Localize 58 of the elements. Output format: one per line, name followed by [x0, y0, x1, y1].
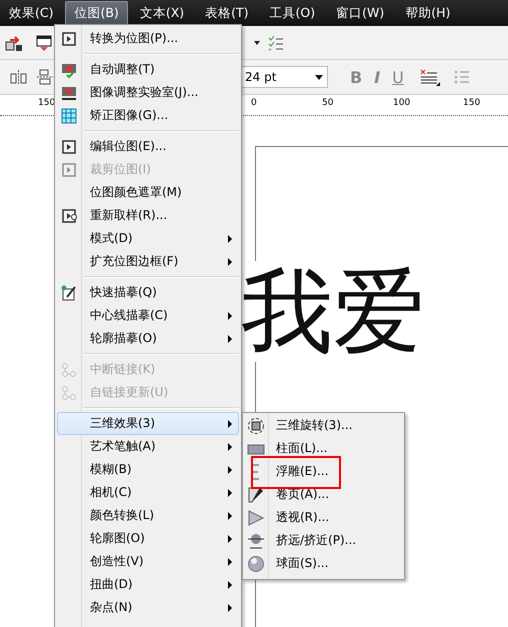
- menu-bar-item[interactable]: 帮助(H): [396, 0, 460, 26]
- menu-item[interactable]: 柱面(L)...: [245, 437, 402, 460]
- menu-item[interactable]: 轮廓图(O): [57, 527, 239, 550]
- ruler-label: 50: [322, 98, 334, 108]
- menu-item[interactable]: 扩充位图边框(F): [57, 250, 239, 273]
- menu-item[interactable]: 图像调整实验室(J)...: [57, 81, 239, 104]
- ruler-label: 150: [463, 98, 480, 108]
- menu-item[interactable]: 透视(R)...: [245, 506, 402, 529]
- checklist-icon[interactable]: [268, 34, 284, 50]
- menu-item[interactable]: 创造性(V): [57, 550, 239, 573]
- triangle-icon: [247, 508, 265, 526]
- menu-item[interactable]: 浮雕(E)...: [245, 460, 402, 483]
- menu-item[interactable]: 中心线描摹(C): [57, 304, 239, 327]
- image-check-icon: [61, 62, 77, 78]
- distribute-icon[interactable]: [36, 69, 54, 85]
- menu-item[interactable]: 编辑位图(E)...: [57, 135, 239, 158]
- page-curl-icon: [247, 486, 265, 504]
- export-icon[interactable]: [4, 34, 24, 52]
- menu-item[interactable]: 卷页(A)...: [245, 483, 402, 506]
- chain-icon: [61, 384, 77, 400]
- menu-item[interactable]: 三维旋转(3)...: [245, 414, 402, 437]
- link-icon: [61, 362, 77, 378]
- caret-icon[interactable]: [254, 40, 260, 44]
- menu-bar-item[interactable]: 工具(O): [260, 0, 324, 26]
- menu-item[interactable]: 重新取样(R)...: [57, 204, 239, 227]
- menu-bar-item[interactable]: 窗口(W): [327, 0, 394, 26]
- menu-item[interactable]: 快速描摹(Q): [57, 281, 239, 304]
- grid-icon: [61, 108, 77, 124]
- font-size-dropdown[interactable]: 24 pt: [240, 66, 328, 88]
- paragraph-icon[interactable]: [418, 68, 440, 86]
- menu-item[interactable]: 艺术笔触(A): [57, 435, 239, 458]
- menu-bar-item[interactable]: 效果(C): [0, 0, 62, 26]
- menu-item[interactable]: 杂点(N): [57, 596, 239, 619]
- menu-item[interactable]: 颜色转换(L): [57, 504, 239, 527]
- menu-bar-item[interactable]: 表格(T): [196, 0, 258, 26]
- ruler-label: 100: [393, 98, 410, 108]
- trace-pen-icon: [61, 284, 77, 300]
- menu-item[interactable]: 矫正图像(G)...: [57, 104, 239, 127]
- menu-item[interactable]: 相机(C): [57, 481, 239, 504]
- menu-item[interactable]: 挤远/挤近(P)...: [245, 529, 402, 552]
- align-icon[interactable]: [10, 69, 28, 85]
- menu-item[interactable]: 扭曲(D): [57, 573, 239, 596]
- menu-item[interactable]: 三维效果(3): [57, 412, 239, 435]
- window-icon[interactable]: [36, 34, 52, 52]
- ruler-label: 0: [251, 98, 257, 108]
- menu-item[interactable]: 模式(D): [57, 227, 239, 250]
- image-slider-icon: [61, 84, 77, 100]
- menu-bar-item[interactable]: 文本(X): [130, 0, 194, 26]
- menu-item[interactable]: 模糊(B): [57, 458, 239, 481]
- menu-item[interactable]: 轮廓描摹(O): [57, 327, 239, 350]
- menu-bar-item[interactable]: 位图(B): [65, 0, 128, 26]
- menu-item[interactable]: 球面(S)...: [245, 552, 402, 575]
- menu-item[interactable]: 自动调整(T): [57, 58, 239, 81]
- squeeze-icon: [247, 532, 265, 550]
- sphere-icon: [247, 554, 265, 572]
- menu-item[interactable]: 转换为位图(P)...: [57, 27, 239, 50]
- menu-item[interactable]: 位图颜色遮罩(M): [57, 181, 239, 204]
- rotate-cube-icon: [247, 416, 265, 434]
